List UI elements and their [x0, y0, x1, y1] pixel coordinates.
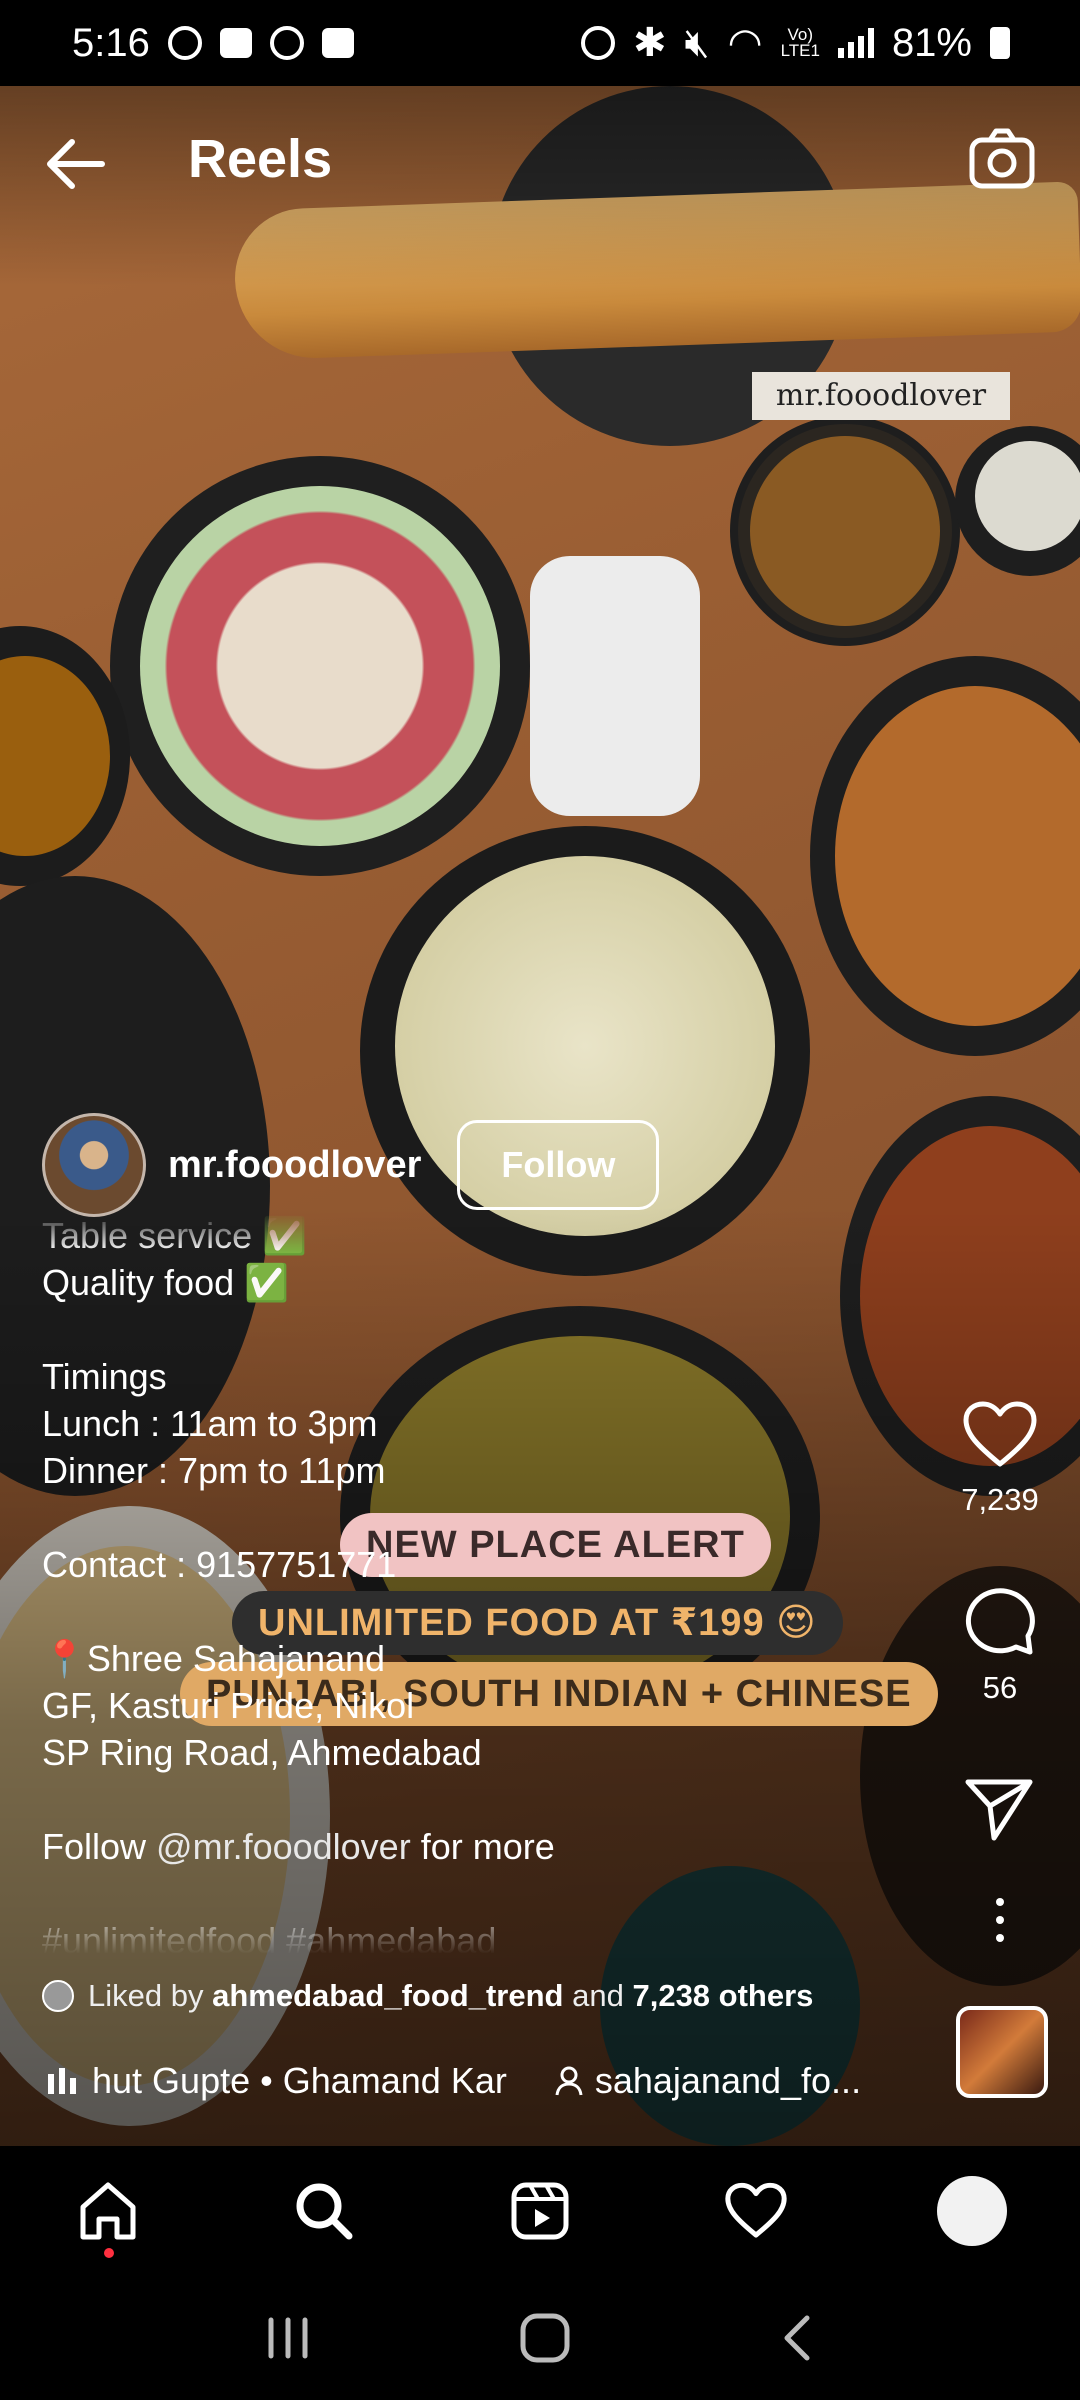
recent-apps-icon[interactable] [263, 2316, 313, 2360]
page-title: Reels [188, 129, 333, 189]
liked-others[interactable]: 7,238 others [632, 1978, 813, 2013]
comment-action[interactable]: 56 [940, 1584, 1060, 1706]
comment-icon[interactable] [962, 1584, 1038, 1658]
battery-icon [990, 27, 1010, 59]
nav-home[interactable] [48, 2156, 168, 2266]
more-action[interactable] [940, 1896, 1060, 1944]
battery-percent: 81% [891, 20, 972, 65]
nav-search[interactable] [264, 2156, 384, 2266]
notification-dot [104, 2248, 114, 2258]
video-watermark: mr.fooodlover [752, 372, 1010, 420]
reels-icon[interactable] [510, 2181, 570, 2241]
nav-activity[interactable] [696, 2156, 816, 2266]
liker-avatar [42, 1980, 74, 2012]
heart-icon[interactable] [962, 1400, 1038, 1470]
author-username[interactable]: mr.fooodlover [168, 1144, 421, 1187]
status-bar: 5:16 ✱ 🔇︎ ◠ Vo) LTE1 81% [0, 0, 1080, 86]
heart-icon[interactable] [724, 2182, 788, 2240]
audio-bars-icon [48, 2068, 76, 2094]
back-icon[interactable] [777, 2313, 817, 2363]
arrow-left-icon[interactable] [40, 134, 110, 194]
comment-count: 56 [982, 1670, 1018, 1705]
shopping-bag-icon [219, 28, 252, 58]
audio-row[interactable]: hut Gupte • Ghamand Kar sahajanand_fo... [48, 2060, 928, 2102]
whatsapp-icon [167, 26, 202, 60]
status-time: 5:16 [72, 20, 150, 65]
like-count: 7,239 [961, 1482, 1039, 1517]
liked-and: and [572, 1978, 624, 2013]
messenger-icon [269, 26, 304, 60]
liked-prefix: Liked by [88, 1978, 204, 2013]
camera-icon[interactable] [968, 126, 1036, 190]
home-icon[interactable] [77, 2181, 139, 2241]
mute-icon: 🔇︎ [684, 20, 710, 65]
location-tag[interactable]: sahajanand_fo... [595, 2060, 861, 2102]
nav-reels[interactable] [480, 2156, 600, 2266]
home-button-icon[interactable] [518, 2311, 572, 2365]
bottom-navigation [0, 2146, 1080, 2276]
system-navigation [0, 2276, 1080, 2400]
caption-text: Table service ✅ Quality food ✅ Timings L… [42, 1215, 482, 1867]
wifi-icon: ◠ [727, 21, 763, 65]
bluetooth-icon: ✱ [632, 21, 667, 65]
reel-caption[interactable]: Table service ✅ Quality food ✅ Timings L… [42, 1212, 862, 1954]
reels-screen: 5:16 ✱ 🔇︎ ◠ Vo) LTE1 81% mr.fooodlover N… [0, 0, 1080, 2400]
audio-thumbnail[interactable] [956, 2006, 1048, 2098]
person-icon [555, 2066, 583, 2096]
audio-track[interactable]: hut Gupte • Ghamand Kar [92, 2060, 507, 2102]
avatar[interactable] [42, 1113, 146, 1217]
caption-mention[interactable]: @mr.fooodlover [156, 1826, 411, 1867]
liked-by-row[interactable]: Liked by ahmedabad_food_trend and 7,238 … [42, 1978, 813, 2014]
follow-button[interactable]: Follow [457, 1120, 660, 1210]
share-action[interactable] [940, 1776, 1060, 1842]
liked-user[interactable]: ahmedabad_food_trend [212, 1978, 563, 2013]
alarm-icon [580, 26, 615, 60]
author-row: mr.fooodlover Follow [42, 1108, 660, 1222]
search-icon[interactable] [294, 2181, 354, 2241]
send-icon[interactable] [964, 1776, 1036, 1842]
like-action[interactable]: 7,239 [940, 1400, 1060, 1518]
profile-avatar[interactable] [937, 2176, 1007, 2246]
signal-icon [837, 28, 874, 58]
more-vertical-icon[interactable] [990, 1896, 1010, 1944]
gallery-icon [321, 28, 354, 58]
volte-label: Vo) LTE1 [780, 25, 820, 60]
nav-profile[interactable] [912, 2156, 1032, 2266]
reels-header: Reels [0, 86, 1080, 236]
